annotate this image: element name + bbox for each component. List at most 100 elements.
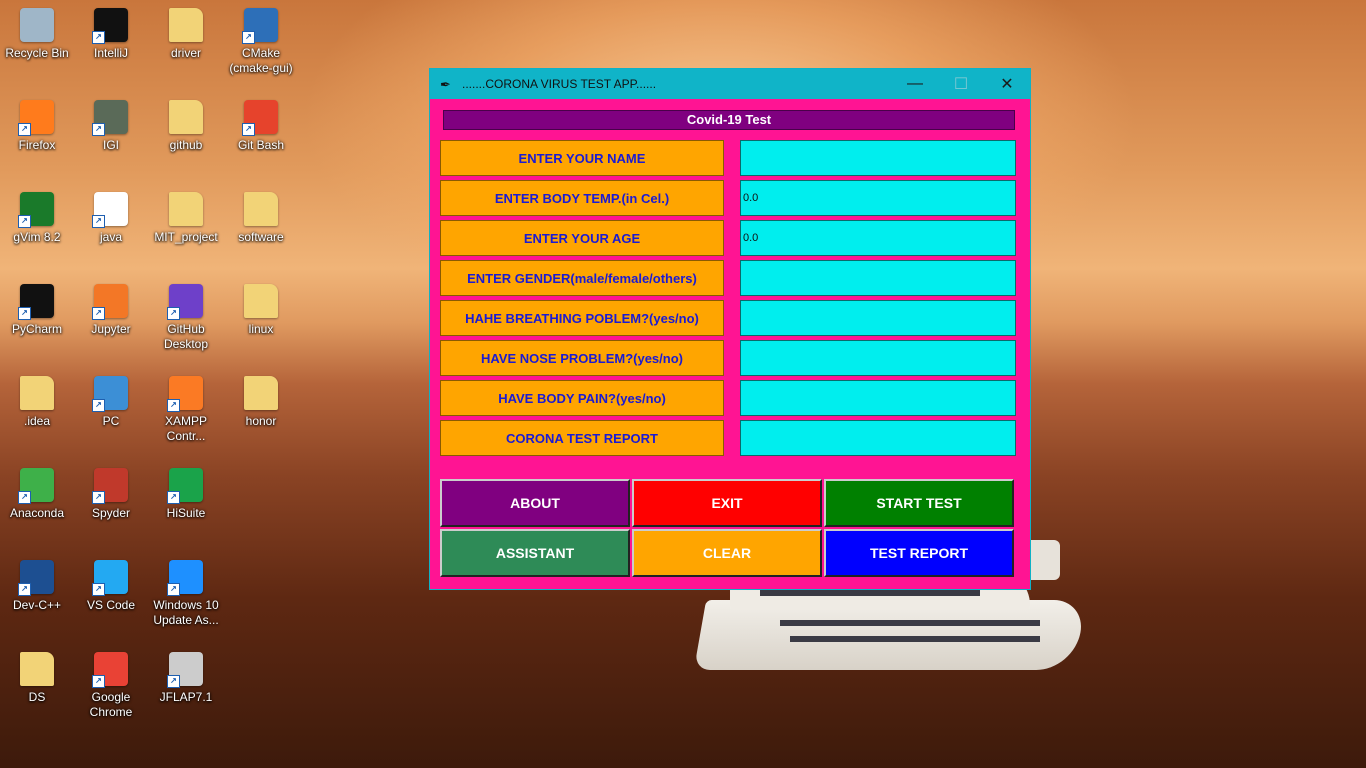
maximize-button[interactable]: ☐ [938, 69, 984, 99]
shortcut-arrow-icon: ↗ [92, 215, 105, 228]
desktop-icon-label: .idea [23, 414, 51, 428]
desktop-icon[interactable]: ↗ VS Code [75, 560, 147, 613]
field-entry[interactable] [740, 420, 1016, 456]
desktop-icon[interactable]: ↗ XAMPP Contr... [150, 376, 222, 444]
firefox-icon: ↗ [18, 100, 54, 136]
desktop-icon[interactable]: Recycle Bin [1, 8, 73, 61]
desktop-icon-label: Spyder [91, 506, 131, 520]
desktop-icon[interactable]: ↗ Jupyter [75, 284, 147, 337]
field-label: ENTER BODY TEMP.(in Cel.) [440, 180, 724, 216]
desktop-icon[interactable]: ↗ Anaconda [1, 468, 73, 521]
field-entry[interactable] [740, 140, 1016, 176]
field-entry[interactable] [740, 300, 1016, 336]
desktop-icon-label: honor [245, 414, 277, 428]
desktop-icon[interactable]: ↗ Spyder [75, 468, 147, 521]
anaconda-icon: ↗ [18, 468, 54, 504]
desktop-icon[interactable]: ↗ PyCharm [1, 284, 73, 337]
devcpp-icon: ↗ [18, 560, 54, 596]
maximize-icon: ☐ [953, 76, 969, 93]
about-button[interactable]: ABOUT [440, 479, 630, 527]
shortcut-arrow-icon: ↗ [92, 491, 105, 504]
minimize-button[interactable]: — [892, 69, 938, 99]
desktop-icon[interactable]: ↗ Windows 10 Update As... [150, 560, 222, 628]
field-label: ENTER YOUR AGE [440, 220, 724, 256]
desktop-icon[interactable]: ↗ GitHub Desktop [150, 284, 222, 352]
desktop-icon[interactable]: software [225, 192, 297, 245]
shortcut-arrow-icon: ↗ [18, 215, 31, 228]
desktop-icon[interactable]: ↗ Git Bash [225, 100, 297, 153]
field-label: HAVE BODY PAIN?(yes/no) [440, 380, 724, 416]
desktop-icon[interactable]: ↗ java [75, 192, 147, 245]
desktop-icon-label: Firefox [18, 138, 56, 152]
shortcut-arrow-icon: ↗ [92, 675, 105, 688]
desktop-icon[interactable]: ↗ Firefox [1, 100, 73, 153]
jupyter-icon: ↗ [92, 284, 128, 320]
start-test-button[interactable]: START TEST [824, 479, 1014, 527]
desktop-icon[interactable]: ↗ PC [75, 376, 147, 429]
field-label: HAHE BREATHING POBLEM?(yes/no) [440, 300, 724, 336]
jflap-icon: ↗ [167, 652, 203, 688]
test-report-button[interactable]: TEST REPORT [824, 529, 1014, 577]
window-title: .......CORONA VIRUS TEST APP...... [462, 77, 657, 91]
desktop-icon[interactable]: github [150, 100, 222, 153]
java-icon: ↗ [92, 192, 128, 228]
hisuite-icon: ↗ [167, 468, 203, 504]
desktop-icon-label: VS Code [86, 598, 136, 612]
desktop-icon[interactable]: linux [225, 284, 297, 337]
desktop-icon-label: Git Bash [237, 138, 285, 152]
field-entry[interactable] [740, 340, 1016, 376]
assistant-button[interactable]: ASSISTANT [440, 529, 630, 577]
field-entry[interactable] [740, 380, 1016, 416]
shortcut-arrow-icon: ↗ [92, 307, 105, 320]
desktop-icon[interactable]: ↗ Dev-C++ [1, 560, 73, 613]
desktop-icon[interactable]: honor [225, 376, 297, 429]
folder-icon [169, 192, 203, 226]
title-bar[interactable]: ✒ .......CORONA VIRUS TEST APP...... — ☐… [430, 69, 1030, 99]
shortcut-arrow-icon: ↗ [18, 583, 31, 596]
desktop-icon[interactable]: ↗ HiSuite [150, 468, 222, 521]
feather-icon: ✒ [440, 77, 451, 92]
shortcut-arrow-icon: ↗ [92, 583, 105, 596]
desktop-icon-label: PyCharm [11, 322, 62, 336]
intellij-icon: ↗ [92, 8, 128, 44]
desktop-icon[interactable]: ↗ Google Chrome [75, 652, 147, 720]
close-button[interactable]: ✕ [984, 69, 1030, 99]
folder-icon [244, 192, 278, 226]
exit-button[interactable]: EXIT [632, 479, 822, 527]
field-label: HAVE NOSE PROBLEM?(yes/no) [440, 340, 724, 376]
desktop-icon[interactable]: DS [1, 652, 73, 705]
desktop-icon[interactable]: MIT_project [150, 192, 222, 245]
github-desktop-icon: ↗ [167, 284, 203, 320]
shortcut-arrow-icon: ↗ [92, 31, 105, 44]
field-entry[interactable] [740, 180, 1016, 216]
minimize-icon: — [907, 75, 923, 92]
desktop-icon-label: Windows 10 Update As... [153, 598, 219, 627]
desktop-icon[interactable]: driver [150, 8, 222, 61]
shortcut-arrow-icon: ↗ [18, 123, 31, 136]
field-entry[interactable] [740, 260, 1016, 296]
clear-button[interactable]: CLEAR [632, 529, 822, 577]
corona-test-app-window: ✒ .......CORONA VIRUS TEST APP...... — ☐… [429, 68, 1031, 590]
git-bash-icon: ↗ [242, 100, 278, 136]
folder-icon [244, 376, 278, 410]
desktop-icon[interactable]: ↗ IGI [75, 100, 147, 153]
desktop-icon-label: Google Chrome [89, 690, 133, 719]
desktop-icon[interactable]: ↗ IntelliJ [75, 8, 147, 61]
shortcut-arrow-icon: ↗ [242, 123, 255, 136]
xampp-icon: ↗ [167, 376, 203, 412]
desktop-icon[interactable]: ↗ gVim 8.2 [1, 192, 73, 245]
pc-icon: ↗ [92, 376, 128, 412]
shortcut-arrow-icon: ↗ [167, 399, 180, 412]
field-entry[interactable] [740, 220, 1016, 256]
desktop-icon[interactable]: ↗ JFLAP7.1 [150, 652, 222, 705]
pycharm-icon: ↗ [18, 284, 54, 320]
desktop-icon-label: IntelliJ [93, 46, 128, 60]
desktop-icon[interactable]: .idea [1, 376, 73, 429]
desktop-icon-label: driver [170, 46, 201, 60]
shortcut-arrow-icon: ↗ [167, 307, 180, 320]
desktop-icon-label: CMake (cmake-gui) [229, 46, 293, 75]
folder-icon [20, 376, 54, 410]
shortcut-arrow-icon: ↗ [242, 31, 255, 44]
windows-icon: ↗ [167, 560, 203, 596]
desktop-icon[interactable]: ↗ CMake (cmake-gui) [225, 8, 297, 76]
